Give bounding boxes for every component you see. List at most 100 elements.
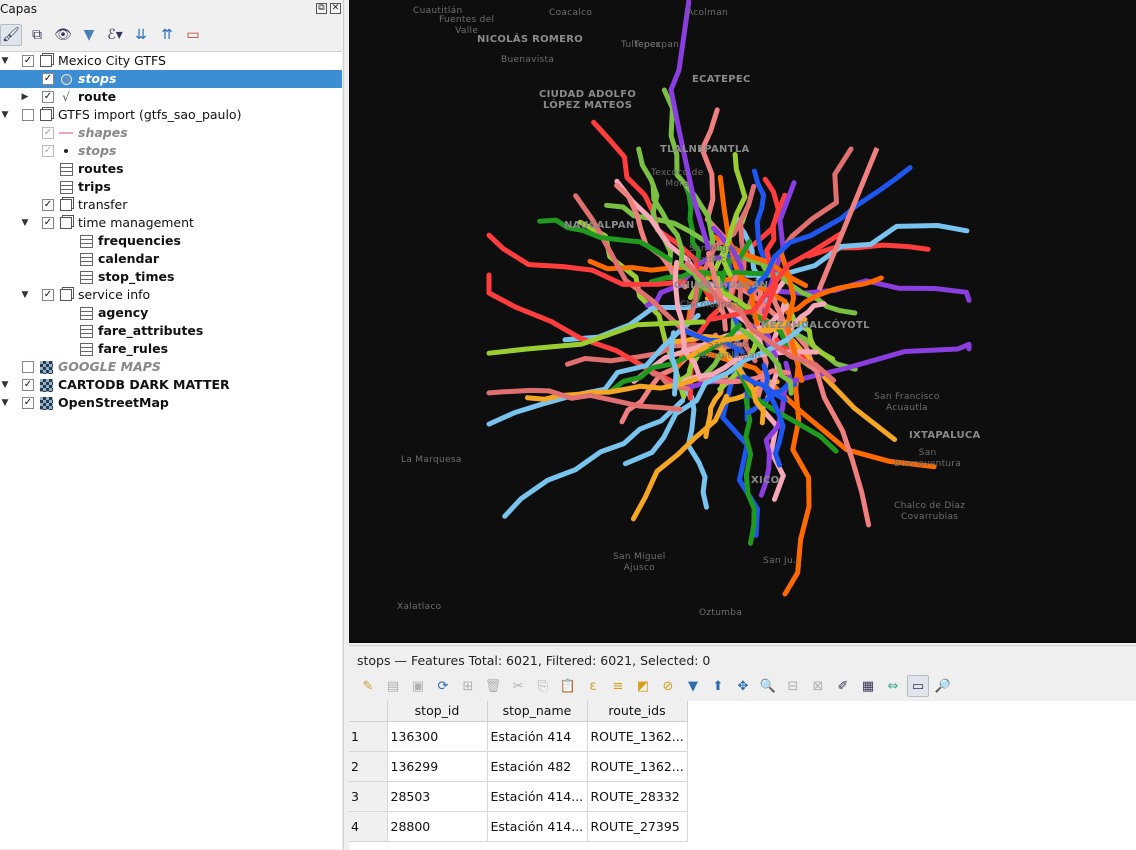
- cell-stop-name[interactable]: Estación 414: [487, 721, 588, 752]
- cell-route-ids[interactable]: ROUTE_28332: [587, 781, 688, 812]
- visibility-checkbox[interactable]: ✓: [22, 379, 34, 391]
- layer-row-shapes[interactable]: ✓ shapes: [0, 124, 342, 142]
- layer-row-stops[interactable]: ✓ stops: [0, 142, 342, 160]
- visibility-checkbox[interactable]: ✓: [42, 127, 54, 139]
- select-expression-icon[interactable]: ε: [582, 675, 604, 697]
- layer-row-trips[interactable]: trips: [0, 178, 342, 196]
- filter-select-icon[interactable]: ▼: [682, 675, 704, 697]
- cell-stop-name[interactable]: Estación 482: [487, 751, 588, 782]
- filter-legend-icon[interactable]: ▼: [78, 24, 100, 46]
- style-manager-icon[interactable]: 🖌: [0, 24, 22, 46]
- visibility-checkbox[interactable]: ✓: [42, 289, 54, 301]
- cell-stop-name[interactable]: Estación 414...: [487, 811, 588, 842]
- toggle-editing-icon[interactable]: ✎: [357, 675, 379, 697]
- cell-stop-id[interactable]: 28800: [387, 811, 488, 842]
- expand-all-icon[interactable]: ⇊: [130, 24, 152, 46]
- map-canvas[interactable]: Cuautitlán Coacalco Acolman Tultepec Fuentes…: [349, 0, 1136, 643]
- cell-stop-name[interactable]: Estación 414...: [487, 781, 588, 812]
- table-row[interactable]: 3 28503 Estación 414... ROUTE_28332: [349, 781, 688, 812]
- layer-row-routes[interactable]: routes: [0, 160, 342, 178]
- conditional-format-icon[interactable]: ▦: [857, 675, 879, 697]
- save-edits-icon[interactable]: ▣: [407, 675, 429, 697]
- move-selection-top-icon[interactable]: ⬆: [707, 675, 729, 697]
- collapse-arrow-icon[interactable]: ▼: [20, 286, 30, 304]
- visibility-checkbox[interactable]: ✓: [22, 397, 34, 409]
- layer-row-frequencies[interactable]: frequencies: [0, 232, 342, 250]
- layer-row-cartodb-dark-matter[interactable]: ▼ ✓ CARTODB DARK MATTER: [0, 376, 342, 394]
- filter-expression-icon[interactable]: ℰ▾: [104, 24, 126, 46]
- layer-row-stop-times[interactable]: stop_times: [0, 268, 342, 286]
- table-row[interactable]: 2 136299 Estación 482 ROUTE_1362...: [349, 751, 688, 782]
- visibility-checkbox[interactable]: ✓: [42, 199, 54, 211]
- select-all-icon[interactable]: ≡: [607, 675, 629, 697]
- multi-edit-icon[interactable]: ▤: [382, 675, 404, 697]
- cut-icon[interactable]: ✂: [507, 675, 529, 697]
- row-number[interactable]: 3: [349, 781, 388, 812]
- table-row[interactable]: 4 28800 Estación 414... ROUTE_27395: [349, 811, 688, 842]
- visibility-checkbox[interactable]: ✓: [42, 91, 54, 103]
- float-panel-button[interactable]: ⧉: [316, 3, 327, 14]
- visibility-checkbox[interactable]: ✓: [22, 55, 34, 67]
- delete-field-icon[interactable]: ⊠: [807, 675, 829, 697]
- invert-selection-icon[interactable]: ◩: [632, 675, 654, 697]
- visibility-checkbox[interactable]: ✓: [42, 217, 54, 229]
- cell-stop-id[interactable]: 136300: [387, 721, 488, 752]
- column-header-route-ids[interactable]: route_ids: [587, 701, 688, 722]
- visibility-checkbox[interactable]: [22, 109, 34, 121]
- layer-row-time-management[interactable]: ▼ ✓ time management: [0, 214, 342, 232]
- row-number[interactable]: 2: [349, 751, 388, 782]
- route-lines: [486, 0, 972, 597]
- row-number[interactable]: 4: [349, 811, 388, 842]
- cell-route-ids[interactable]: ROUTE_1362...: [587, 751, 688, 782]
- layer-row-route[interactable]: ▶ ✓ √ route: [0, 88, 342, 106]
- delete-feature-icon[interactable]: 🗑: [482, 675, 504, 697]
- new-field-icon[interactable]: ⊟: [782, 675, 804, 697]
- layer-row-calendar[interactable]: calendar: [0, 250, 342, 268]
- add-group-icon[interactable]: ⧉: [26, 24, 48, 46]
- cell-route-ids[interactable]: ROUTE_27395: [587, 811, 688, 842]
- expand-arrow-icon[interactable]: ▶: [20, 88, 30, 106]
- field-calculator-icon[interactable]: ✐: [832, 675, 854, 697]
- deselect-all-icon[interactable]: ⊘: [657, 675, 679, 697]
- layer-row-fare-attributes[interactable]: fare_attributes: [0, 322, 342, 340]
- column-header-stop-id[interactable]: stop_id: [387, 701, 488, 722]
- zoom-to-selection-icon[interactable]: 🔍: [757, 675, 779, 697]
- visibility-checkbox[interactable]: ✓: [42, 145, 54, 157]
- cell-route-ids[interactable]: ROUTE_1362...: [587, 721, 688, 752]
- collapse-arrow-icon[interactable]: ▼: [20, 214, 30, 232]
- cell-stop-id[interactable]: 28503: [387, 781, 488, 812]
- collapse-arrow-icon[interactable]: ▼: [0, 106, 10, 124]
- cell-stop-id[interactable]: 136299: [387, 751, 488, 782]
- paste-icon[interactable]: 📋: [557, 675, 579, 697]
- collapse-arrow-icon[interactable]: ▼: [0, 52, 10, 70]
- collapse-arrow-icon[interactable]: ▼: [0, 394, 10, 412]
- dock-table-icon[interactable]: ▭: [907, 675, 929, 697]
- copy-icon[interactable]: ⎘: [532, 675, 554, 697]
- add-feature-icon[interactable]: ⊞: [457, 675, 479, 697]
- layer-row-service-info[interactable]: ▼ ✓ service info: [0, 286, 342, 304]
- collapse-arrow-icon[interactable]: ▼: [0, 376, 10, 394]
- place-label: Texcoco de Mora: [651, 168, 704, 189]
- layer-row-transfer[interactable]: ✓ transfer: [0, 196, 342, 214]
- pan-to-selection-icon[interactable]: ✥: [732, 675, 754, 697]
- layer-row-google-maps[interactable]: GOOGLE MAPS: [0, 358, 342, 376]
- layer-row-gtfs-import-gtfs-sao-paulo-[interactable]: ▼ GTFS import (gtfs_sao_paulo): [0, 106, 342, 124]
- column-header-stop-name[interactable]: stop_name: [487, 701, 588, 722]
- actions-icon[interactable]: ⇔: [882, 675, 904, 697]
- row-number[interactable]: 1: [349, 721, 388, 752]
- visibility-checkbox[interactable]: ✓: [42, 73, 54, 85]
- layer-row-stops[interactable]: ✓ stops: [0, 70, 342, 88]
- layer-row-mexico-city-gtfs[interactable]: ▼ ✓ Mexico City GTFS: [0, 52, 342, 70]
- manage-visibility-icon[interactable]: 👁: [52, 24, 74, 46]
- layer-row-openstreetmap[interactable]: ▼ ✓ OpenStreetMap: [0, 394, 342, 412]
- attribute-data-table: stop_id stop_name route_ids 1 136300 Estac…: [349, 701, 688, 842]
- remove-layer-icon[interactable]: ▭: [182, 24, 204, 46]
- layer-row-agency[interactable]: agency: [0, 304, 342, 322]
- layer-row-fare-rules[interactable]: fare_rules: [0, 340, 342, 358]
- table-row[interactable]: 1 136300 Estación 414 ROUTE_1362...: [349, 721, 688, 752]
- close-panel-button[interactable]: ✕: [330, 3, 341, 14]
- visibility-checkbox[interactable]: [22, 361, 34, 373]
- collapse-all-icon[interactable]: ⇈: [156, 24, 178, 46]
- reload-icon[interactable]: ⟳: [432, 675, 454, 697]
- zoom-map-icon[interactable]: 🔎: [932, 675, 954, 697]
